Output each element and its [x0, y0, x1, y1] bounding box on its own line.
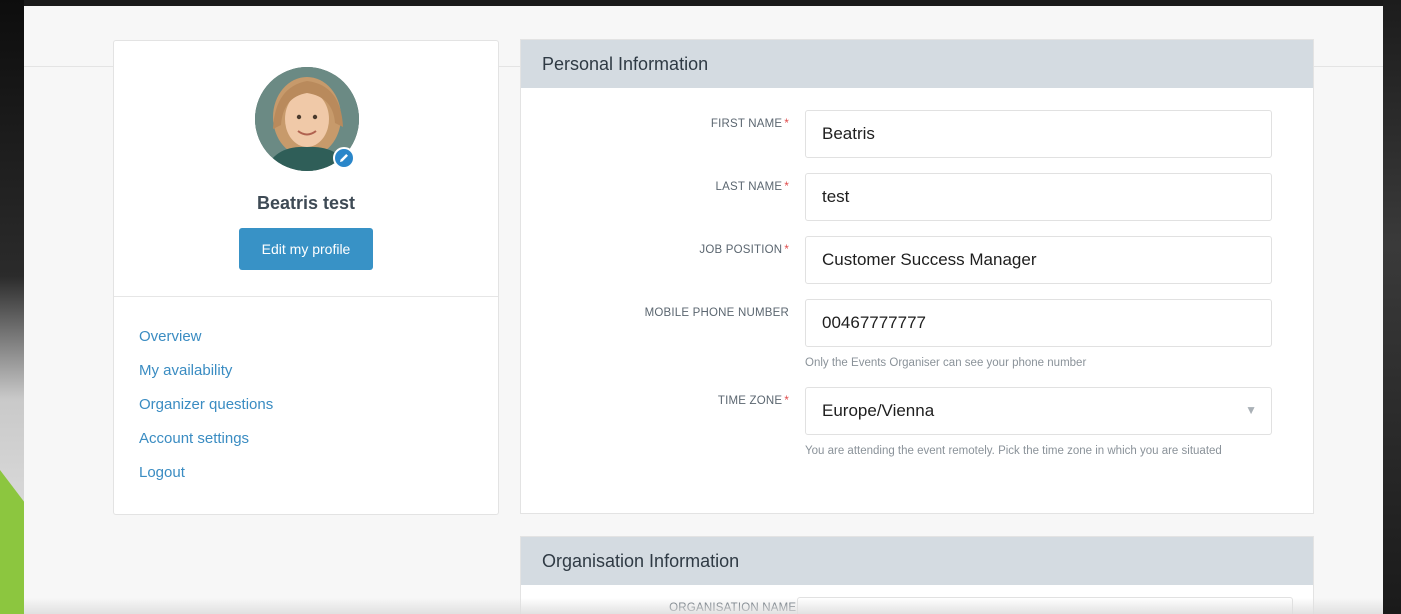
job-position-label: JOB POSITION * — [699, 244, 789, 256]
nav-item-overview[interactable]: Overview — [139, 327, 273, 361]
profile-name: Beatris test — [256, 193, 356, 213]
time-zone-label: TIME ZONE * — [717, 395, 789, 407]
first-name-label: FIRST NAME * — [710, 118, 789, 130]
nav-item-my-availability[interactable]: My availability — [139, 361, 273, 395]
personal-information-panel: Personal Information FIRST NAME * Beatris… — [520, 39, 1314, 514]
personal-information-title: Personal Information — [521, 40, 1313, 88]
organisation-information-title: Organisation Information — [521, 537, 1313, 585]
time-zone-value: Europe/Vienna — [822, 401, 935, 420]
background-right-edge — [1383, 0, 1401, 614]
organisation-information-panel: Organisation Information ORGANISATION NA… — [520, 536, 1314, 614]
mobile-phone-hint: Only the Events Organiser can see your p… — [805, 357, 1087, 369]
caret-down-icon[interactable]: ▼ — [1245, 403, 1257, 417]
pencil-icon[interactable] — [333, 147, 355, 169]
nav-item-logout[interactable]: Logout — [139, 463, 273, 497]
required-marker: * — [784, 118, 789, 130]
nav-item-account-settings[interactable]: Account settings — [139, 429, 273, 463]
mobile-phone-label: MOBILE PHONE NUMBER — [644, 307, 789, 319]
profile-divider — [114, 296, 498, 297]
job-position-field[interactable]: Customer Success Manager — [805, 236, 1272, 284]
organisation-name-label: ORGANISATION NAMEk3* — [669, 602, 803, 614]
profile-card: Beatris test Edit my profile Overview My… — [113, 40, 499, 515]
profile-page: Beatris test Edit my profile Overview My… — [24, 6, 1383, 614]
nav-item-organizer-questions[interactable]: Organizer questions — [139, 395, 273, 429]
organisation-name-field[interactable]: k3 — [797, 597, 1293, 614]
last-name-label: LAST NAME * — [715, 181, 789, 193]
time-zone-select[interactable]: Europe/Vienna ▼ — [805, 387, 1272, 435]
required-marker: * — [784, 244, 789, 256]
edit-profile-button[interactable]: Edit my profile — [239, 228, 373, 270]
required-marker: * — [784, 395, 789, 407]
required-marker: * — [784, 181, 789, 193]
first-name-field[interactable]: Beatris — [805, 110, 1272, 158]
profile-nav: Overview My availability Organizer quest… — [139, 327, 273, 497]
mobile-phone-field[interactable]: 00467777777 — [805, 299, 1272, 347]
time-zone-hint: You are attending the event remotely. Pi… — [805, 445, 1222, 457]
last-name-field[interactable]: test — [805, 173, 1272, 221]
